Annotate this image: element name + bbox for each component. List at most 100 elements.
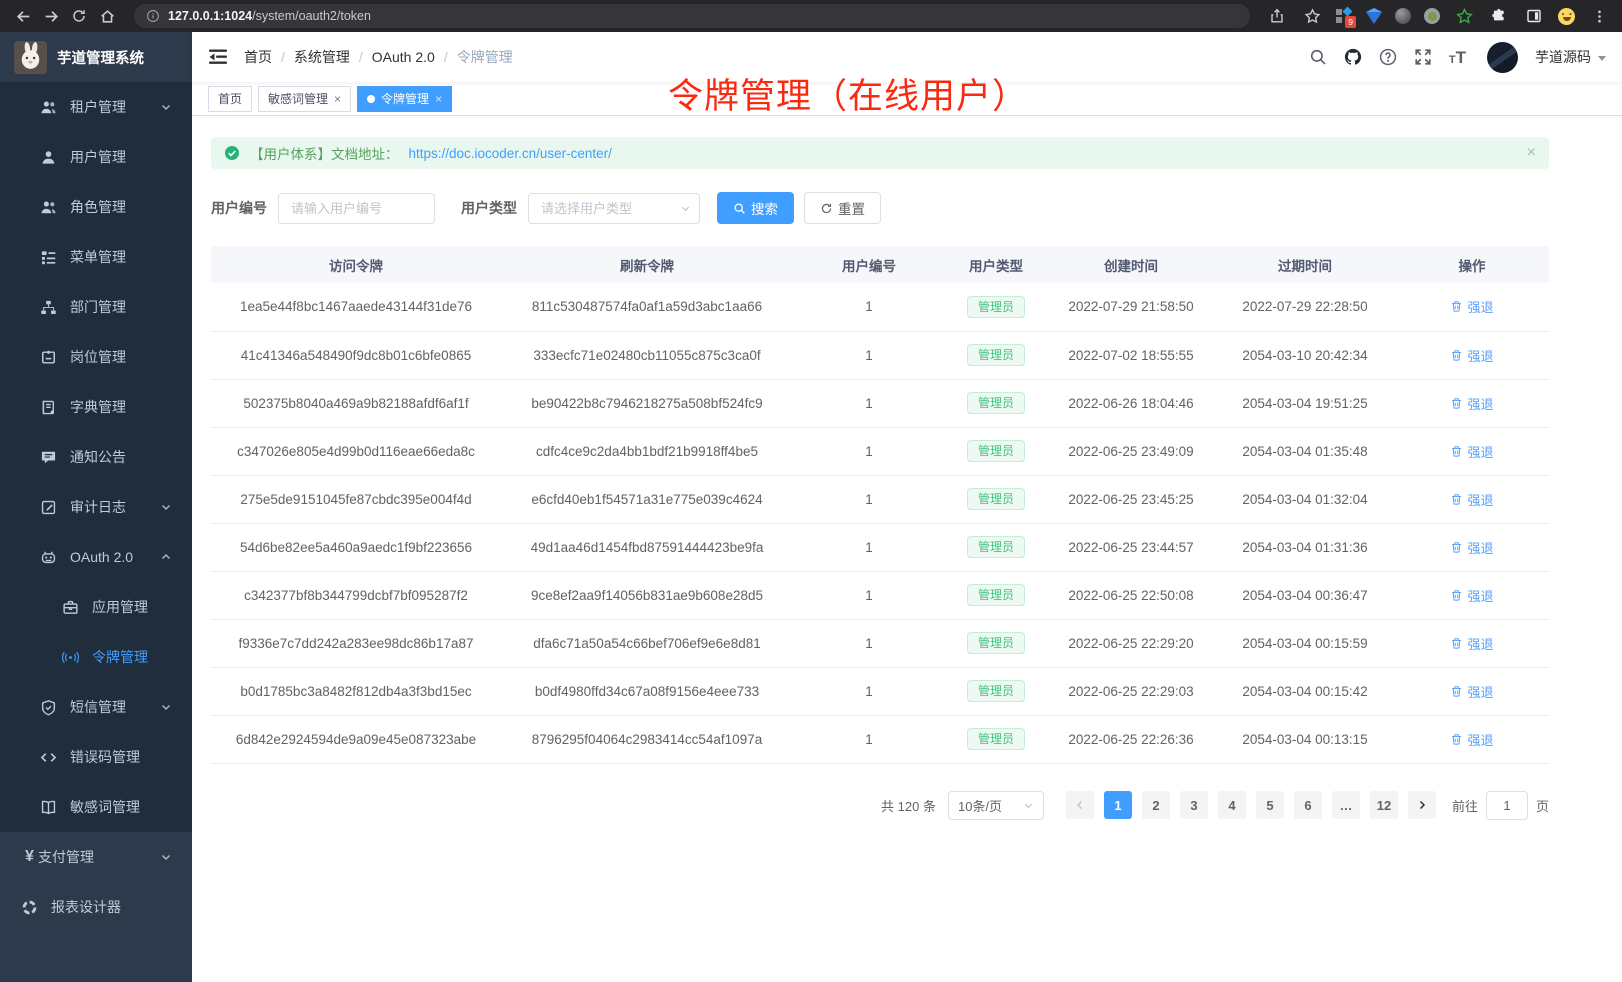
prev-page-button[interactable] [1066, 791, 1094, 819]
site-info-icon[interactable] [146, 9, 160, 23]
force-logout-button[interactable]: 强退 [1450, 394, 1493, 413]
force-logout-button[interactable]: 强退 [1450, 442, 1493, 461]
action-label: 强退 [1467, 490, 1493, 509]
url-bar[interactable]: 127.0.0.1:1024/system/oauth2/token [134, 4, 1250, 28]
page-button-6[interactable]: 6 [1294, 791, 1322, 819]
force-logout-button[interactable]: 强退 [1450, 490, 1493, 509]
sidebar-item-dict[interactable]: 字典管理 [0, 382, 192, 432]
breadcrumb-separator: / [359, 49, 363, 65]
extension-tiles-icon[interactable]: 9 [1336, 8, 1353, 25]
sidebar-item-oauth2-token[interactable]: 令牌管理 [0, 632, 192, 682]
dark-sphere-extension-icon[interactable] [1395, 8, 1411, 24]
alert-close-icon[interactable]: × [1527, 144, 1536, 162]
goto-page-input[interactable] [1486, 791, 1528, 820]
page-ellipsis[interactable]: … [1332, 791, 1360, 819]
force-logout-button[interactable]: 强退 [1450, 538, 1493, 557]
force-logout-button[interactable]: 强退 [1450, 682, 1493, 701]
font-size-icon[interactable]: TT [1449, 49, 1466, 66]
green-dot-extension-icon[interactable] [1424, 8, 1440, 24]
force-logout-button[interactable]: 强退 [1450, 297, 1493, 316]
sidebar-item-user[interactable]: 用户管理 [0, 132, 192, 182]
column-header: 操作 [1395, 246, 1549, 283]
user-type-badge: 管理员 [967, 536, 1025, 558]
tab-sensitive-word[interactable]: 敏感词管理× [258, 86, 351, 112]
page-button-2[interactable]: 2 [1142, 791, 1170, 819]
breadcrumb-item[interactable]: 首页 [244, 47, 272, 67]
green-star-extension-icon[interactable] [1453, 5, 1475, 27]
sidebar-item-label: 应用管理 [92, 597, 148, 617]
page-button-4[interactable]: 4 [1218, 791, 1246, 819]
force-logout-button[interactable]: 强退 [1450, 346, 1493, 365]
browser-back-icon[interactable] [12, 5, 34, 27]
sidebar-item-post[interactable]: 岗位管理 [0, 332, 192, 382]
page-button-1[interactable]: 1 [1104, 791, 1132, 819]
force-logout-button[interactable]: 强退 [1450, 730, 1493, 749]
table-row: 502375b8040a469a9b82188afdf6af1fbe90422b… [211, 379, 1549, 427]
sidebar-item-role[interactable]: 角色管理 [0, 182, 192, 232]
sidebar-item-error-code[interactable]: 错误码管理 [0, 732, 192, 782]
sidebar-toggle-icon[interactable] [208, 48, 228, 66]
help-icon[interactable] [1379, 48, 1397, 66]
cell-access-token: f9336e7c7dd242a283ee98dc86b17a87 [211, 619, 501, 667]
sidebar-item-pay[interactable]: ¥支付管理 [0, 832, 192, 882]
close-icon[interactable]: × [435, 93, 442, 105]
force-logout-button[interactable]: 强退 [1450, 586, 1493, 605]
table-row: 275e5de9151045fe87cbdc395e004f4de6cfd40e… [211, 475, 1549, 523]
cell-user-type: 管理员 [945, 523, 1047, 571]
trash-icon [1450, 637, 1463, 650]
share-icon[interactable] [1266, 5, 1288, 27]
github-icon[interactable] [1344, 48, 1362, 66]
sidebar-item-sms[interactable]: 短信管理 [0, 682, 192, 732]
split-window-icon[interactable] [1523, 5, 1545, 27]
sidebar-item-menu[interactable]: 菜单管理 [0, 232, 192, 282]
browser-forward-icon[interactable] [40, 5, 62, 27]
bookmark-star-icon[interactable] [1301, 5, 1323, 27]
breadcrumb-item[interactable]: 系统管理 [294, 47, 350, 67]
reset-button[interactable]: 重置 [804, 192, 881, 224]
sidebar-item-oauth2[interactable]: OAuth 2.0 [0, 532, 192, 582]
sidebar-item-audit-log[interactable]: 审计日志 [0, 482, 192, 532]
profile-avatar-icon[interactable] [1558, 8, 1575, 25]
sidebar-item-label: 角色管理 [70, 197, 126, 217]
browser-home-icon[interactable] [96, 5, 118, 27]
sidebar-item-sensitive-word[interactable]: 敏感词管理 [0, 782, 192, 832]
page-button-3[interactable]: 3 [1180, 791, 1208, 819]
alert-text: 【用户体系】文档地址： [250, 143, 399, 163]
browser-reload-icon[interactable] [68, 5, 90, 27]
extensions-puzzle-icon[interactable] [1488, 5, 1510, 27]
page-size-select[interactable]: 10条/页 [948, 791, 1044, 820]
breadcrumb-item[interactable]: OAuth 2.0 [372, 49, 435, 65]
browser-menu-icon[interactable] [1588, 5, 1610, 27]
tab-home[interactable]: 首页 [208, 86, 252, 112]
cell-user-id: 1 [793, 571, 945, 619]
force-logout-button[interactable]: 强退 [1450, 634, 1493, 653]
column-header: 创建时间 [1047, 246, 1215, 283]
user-id-input[interactable] [278, 193, 435, 224]
doc-link[interactable]: https://doc.iocoder.cn/user-center/ [409, 146, 612, 161]
user-avatar[interactable] [1487, 42, 1518, 73]
search-button[interactable]: 搜索 [717, 192, 794, 224]
gem-extension-icon[interactable] [1366, 12, 1382, 24]
sidebar-item-notice[interactable]: 通知公告 [0, 432, 192, 482]
page-button-5[interactable]: 5 [1256, 791, 1284, 819]
user-menu[interactable]: 芋道源码 [1535, 47, 1606, 67]
action-label: 强退 [1467, 682, 1493, 701]
sidebar-item-oauth2-app[interactable]: 应用管理 [0, 582, 192, 632]
column-header: 用户类型 [945, 246, 1047, 283]
page-button-12[interactable]: 12 [1370, 791, 1398, 819]
cell-actions: 强退 [1395, 475, 1549, 523]
user-type-select[interactable] [528, 193, 700, 224]
next-page-button[interactable] [1408, 791, 1436, 819]
sidebar-item-dept[interactable]: 部门管理 [0, 282, 192, 332]
sidebar-item-tenant[interactable]: 租户管理 [0, 82, 192, 132]
user-type-select-input[interactable] [528, 193, 700, 224]
badge-icon [40, 349, 57, 366]
app-logo-row[interactable]: 芋道管理系统 [0, 32, 192, 82]
cell-created-time: 2022-06-25 22:50:08 [1047, 571, 1215, 619]
sidebar-item-report-designer[interactable]: 报表设计器 [0, 882, 192, 932]
search-icon[interactable] [1309, 48, 1327, 66]
close-icon[interactable]: × [334, 93, 341, 105]
tab-token[interactable]: 令牌管理× [357, 86, 452, 112]
fullscreen-icon[interactable] [1414, 48, 1432, 66]
action-label: 强退 [1467, 346, 1493, 365]
